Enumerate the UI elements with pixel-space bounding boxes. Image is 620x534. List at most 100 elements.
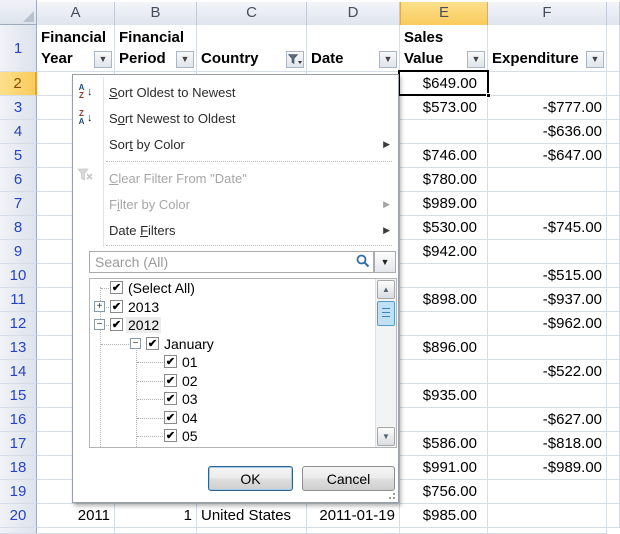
cell-E4[interactable] (400, 120, 488, 144)
menu-item-sort-by-color[interactable]: Sort by Color ▶ (73, 131, 398, 157)
cell-E5[interactable]: $746.00 (400, 144, 488, 168)
cancel-button[interactable]: Cancel (302, 466, 395, 491)
header-date[interactable]: Date ▼ (307, 25, 400, 72)
filter-funnel-country-icon[interactable] (286, 51, 304, 68)
row-header-9[interactable]: 9 (0, 240, 37, 264)
cell-G2-partial[interactable] (607, 72, 620, 96)
row-header-13[interactable]: 13 (0, 336, 37, 360)
cell-D20[interactable]: 2011-01-19 (307, 504, 400, 528)
cell-F9[interactable] (488, 240, 607, 264)
cell-G6-partial[interactable] (607, 168, 620, 192)
cell-F6[interactable] (488, 168, 607, 192)
checkbox-03[interactable]: ✔ (164, 392, 177, 405)
search-input[interactable] (89, 251, 374, 273)
row-header-4[interactable]: 4 (0, 120, 37, 144)
tree-item-04[interactable]: ✔04 (90, 409, 374, 428)
tree-item-select-all[interactable]: ✔(Select All) (90, 279, 374, 298)
cell-E8[interactable]: $530.00 (400, 216, 488, 240)
column-header-g-partial[interactable] (607, 2, 620, 27)
cell-E17[interactable]: $586.00 (400, 432, 488, 456)
menu-item-date-filters[interactable]: Date Filters ▶ (73, 217, 398, 243)
row-header-8[interactable]: 8 (0, 216, 37, 240)
cell-E12[interactable] (400, 312, 488, 336)
cell-F7[interactable] (488, 192, 607, 216)
filter-dropdown-period[interactable]: ▼ (176, 51, 194, 68)
header-financial-period[interactable]: Financial Period ▼ (115, 25, 197, 72)
scroll-up-button[interactable]: ▲ (377, 280, 395, 299)
cell-G3-partial[interactable] (607, 96, 620, 120)
cell-E6[interactable]: $780.00 (400, 168, 488, 192)
menu-item-sort-newest-to-oldest[interactable]: ZA↓ Sort Newest to Oldest (73, 105, 398, 131)
column-header-b[interactable]: B (115, 2, 197, 27)
resize-grip[interactable] (386, 490, 395, 499)
cell-F14[interactable]: -$522.00 (488, 360, 607, 384)
filter-dropdown-date[interactable]: ▼ (379, 51, 397, 68)
row-header-20[interactable]: 20 (0, 504, 37, 528)
cell-F20[interactable] (488, 504, 607, 528)
cell-G17-partial[interactable] (607, 432, 620, 456)
cell-F11[interactable]: -$937.00 (488, 288, 607, 312)
column-header-f[interactable]: F (488, 2, 607, 27)
column-header-e-selected[interactable]: E (400, 2, 488, 27)
cell-F3[interactable]: -$777.00 (488, 96, 607, 120)
cell-G5-partial[interactable] (607, 144, 620, 168)
tree-item-2013[interactable]: +✔2013 (90, 298, 374, 317)
cell-G9-partial[interactable] (607, 240, 620, 264)
tree-item-january[interactable]: −✔January (90, 335, 374, 354)
cell-E7[interactable]: $989.00 (400, 192, 488, 216)
row-header-3[interactable]: 3 (0, 96, 37, 120)
cell-A20[interactable]: 2011 (37, 504, 115, 528)
collapse-toggle-icon[interactable]: − (130, 338, 141, 349)
row-header-19[interactable]: 19 (0, 480, 37, 504)
header-sales-value[interactable]: Sales Value ▼ (400, 25, 488, 72)
cell-E14[interactable] (400, 360, 488, 384)
checkbox-05[interactable]: ✔ (164, 429, 177, 442)
row-header-16[interactable]: 16 (0, 408, 37, 432)
filter-dropdown-sales-value[interactable]: ▼ (467, 51, 485, 68)
column-header-c[interactable]: C (197, 2, 307, 27)
column-header-a[interactable]: A (37, 2, 115, 27)
tree-item-05[interactable]: ✔05 (90, 427, 374, 446)
tree-item-partial[interactable]: ✔ (90, 446, 374, 448)
cell-F18[interactable]: -$989.00 (488, 456, 607, 480)
cell-G12-partial[interactable] (607, 312, 620, 336)
row-header-10[interactable]: 10 (0, 264, 37, 288)
row-header-2[interactable]: 2 (0, 72, 37, 96)
list-scrollbar[interactable]: ▲ ▼ (375, 279, 396, 447)
cell-F10[interactable]: -$515.00 (488, 264, 607, 288)
scroll-down-button[interactable]: ▼ (377, 427, 395, 446)
row-header-17[interactable]: 17 (0, 432, 37, 456)
expand-toggle-icon[interactable]: + (94, 301, 105, 312)
row-header-6[interactable]: 6 (0, 168, 37, 192)
cell-F4[interactable]: -$636.00 (488, 120, 607, 144)
cell-E19[interactable]: $756.00 (400, 480, 488, 504)
column-header-d[interactable]: D (307, 2, 400, 27)
cell-G19-partial[interactable] (607, 480, 620, 504)
row-header-12[interactable]: 12 (0, 312, 37, 336)
row-header-1[interactable]: 1 (0, 25, 37, 72)
row-header-15[interactable]: 15 (0, 384, 37, 408)
select-all-corner[interactable] (0, 0, 37, 25)
ok-button[interactable]: OK (208, 466, 293, 491)
cell-G16-partial[interactable] (607, 408, 620, 432)
cell-G15-partial[interactable] (607, 384, 620, 408)
cell-F15[interactable] (488, 384, 607, 408)
checkbox-2012[interactable]: ✔ (110, 318, 123, 331)
menu-item-sort-oldest-to-newest[interactable]: AZ↓ Sort Oldest to Newest (73, 79, 398, 105)
header-financial-year[interactable]: Financial Year ▼ (37, 25, 115, 72)
collapse-toggle-icon[interactable]: − (94, 319, 105, 330)
cell-E20[interactable]: $985.00 (400, 504, 488, 528)
cell-F13[interactable] (488, 336, 607, 360)
cell-E13[interactable]: $896.00 (400, 336, 488, 360)
cell-E18[interactable]: $991.00 (400, 456, 488, 480)
cell-E9[interactable]: $942.00 (400, 240, 488, 264)
cell-F12[interactable]: -$962.00 (488, 312, 607, 336)
scrollbar-thumb[interactable] (377, 301, 395, 326)
filter-dropdown-expenditure[interactable]: ▼ (586, 51, 604, 68)
row-header-11[interactable]: 11 (0, 288, 37, 312)
checkbox-04[interactable]: ✔ (164, 411, 177, 424)
checkbox-January[interactable]: ✔ (146, 337, 159, 350)
header-country[interactable]: Country (197, 25, 307, 72)
cell-G10-partial[interactable] (607, 264, 620, 288)
cell-G7-partial[interactable] (607, 192, 620, 216)
